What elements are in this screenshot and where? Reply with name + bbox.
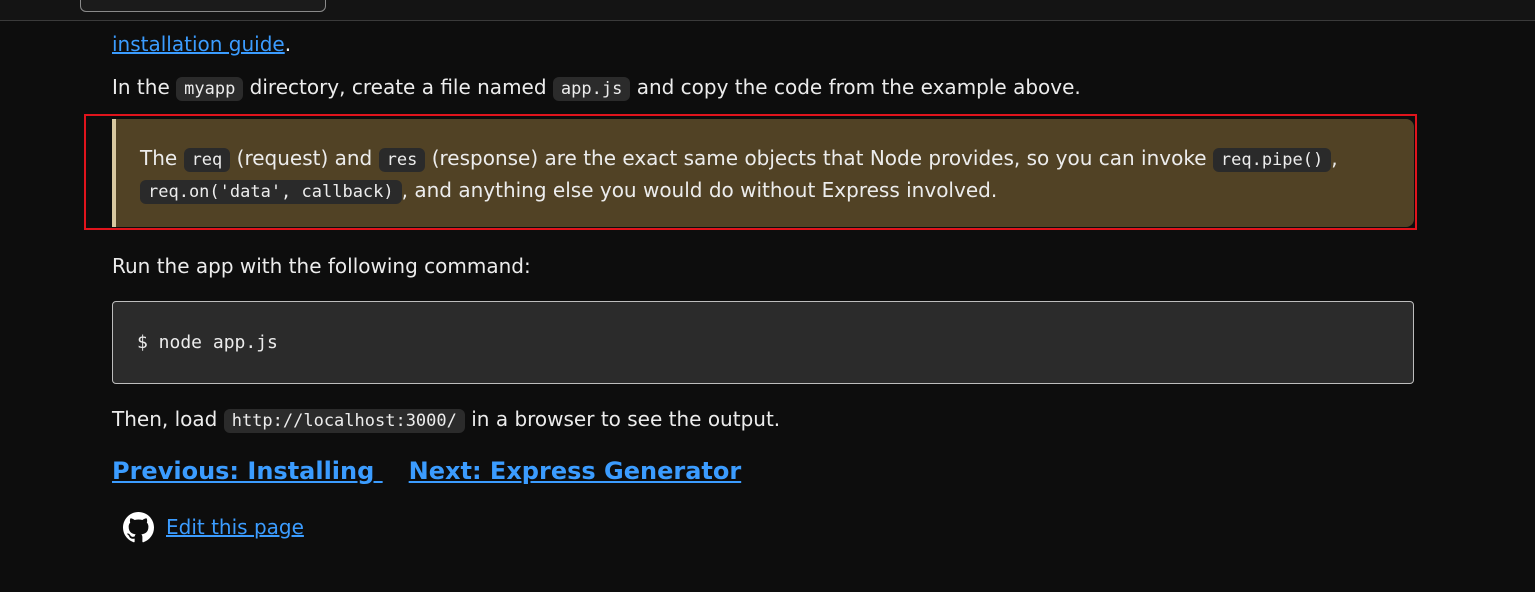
install-paragraph-suffix: . <box>284 32 292 56</box>
highlight-frame <box>84 114 1417 230</box>
myapp-paragraph: In the myapp directory, create a file na… <box>112 73 1081 103</box>
run-instruction: Run the app with the following command: <box>112 254 531 278</box>
previous-link[interactable]: Previous: Installing <box>112 457 383 485</box>
load-paragraph: Then, load http://localhost:3000/ in a b… <box>112 405 780 435</box>
command-text: $ node app.js <box>137 332 278 353</box>
load-text-2: in a browser to see the output. <box>471 407 781 431</box>
top-navigation-bar <box>0 0 1535 21</box>
next-link[interactable]: Next: Express Generator <box>409 457 742 485</box>
appjs-code: app.js <box>552 77 631 101</box>
installation-guide-link[interactable]: installation guide <box>112 32 285 56</box>
load-text-1: Then, load <box>112 407 218 431</box>
page-navigation: Previous: Installing Next: Express Gener… <box>112 455 741 487</box>
command-code-block: $ node app.js <box>112 301 1414 384</box>
edit-page[interactable]: Edit this page <box>123 511 304 543</box>
localhost-url-code: http://localhost:3000/ <box>223 409 465 433</box>
myapp-text-3: and copy the code from the example above… <box>636 75 1081 99</box>
myapp-text-1: In the <box>112 75 170 99</box>
edit-page-link[interactable]: Edit this page <box>166 515 304 539</box>
install-paragraph: installation guide. <box>112 30 291 58</box>
github-icon <box>123 511 154 542</box>
myapp-code: myapp <box>176 77 244 101</box>
myapp-text-2: directory, create a file named <box>249 75 547 99</box>
search-box[interactable] <box>80 0 326 12</box>
